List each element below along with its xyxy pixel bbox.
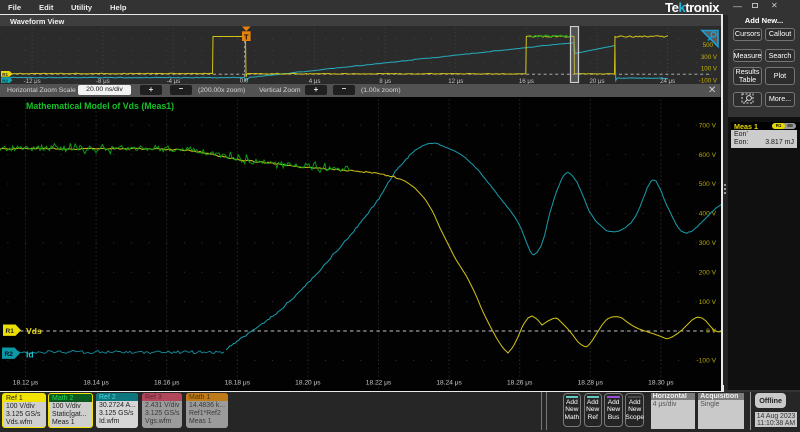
svg-text:Vds: Vds [26, 326, 42, 336]
svg-text:18.12 μs: 18.12 μs [13, 379, 39, 386]
svg-text:100 V: 100 V [699, 299, 717, 306]
svg-text:200 V: 200 V [699, 269, 717, 276]
svg-text:18.26 μs: 18.26 μs [507, 379, 533, 386]
svg-text:18.30 μs: 18.30 μs [648, 379, 674, 386]
svg-text:18.18 μs: 18.18 μs [225, 379, 251, 386]
svg-text:100 V: 100 V [701, 66, 718, 73]
svg-text:600 V: 600 V [699, 152, 717, 159]
svg-text:T: T [244, 32, 249, 41]
svg-text:300 V: 300 V [701, 54, 718, 61]
svg-text:R2: R2 [5, 351, 14, 358]
svg-text:500: 500 [703, 42, 714, 49]
svg-text:R1: R1 [2, 72, 8, 77]
svg-text:18.14 μs: 18.14 μs [83, 379, 109, 386]
svg-text:300 V: 300 V [699, 240, 717, 247]
svg-text:18.16 μs: 18.16 μs [154, 379, 180, 386]
svg-text:500 V: 500 V [699, 181, 717, 188]
svg-text:18.24 μs: 18.24 μs [436, 379, 462, 386]
svg-text:18.28 μs: 18.28 μs [578, 379, 604, 386]
svg-text:-100 V: -100 V [697, 358, 717, 365]
svg-text:18.22 μs: 18.22 μs [366, 379, 392, 386]
svg-text:18.20 μs: 18.20 μs [295, 379, 321, 386]
svg-text:0 V: 0 V [706, 328, 716, 335]
svg-text:R1: R1 [6, 328, 15, 335]
svg-text:700 V: 700 V [699, 122, 717, 129]
svg-text:Id: Id [26, 350, 34, 360]
svg-text:Mathematical Model of Vds (Mea: Mathematical Model of Vds (Meas1) [26, 101, 174, 111]
